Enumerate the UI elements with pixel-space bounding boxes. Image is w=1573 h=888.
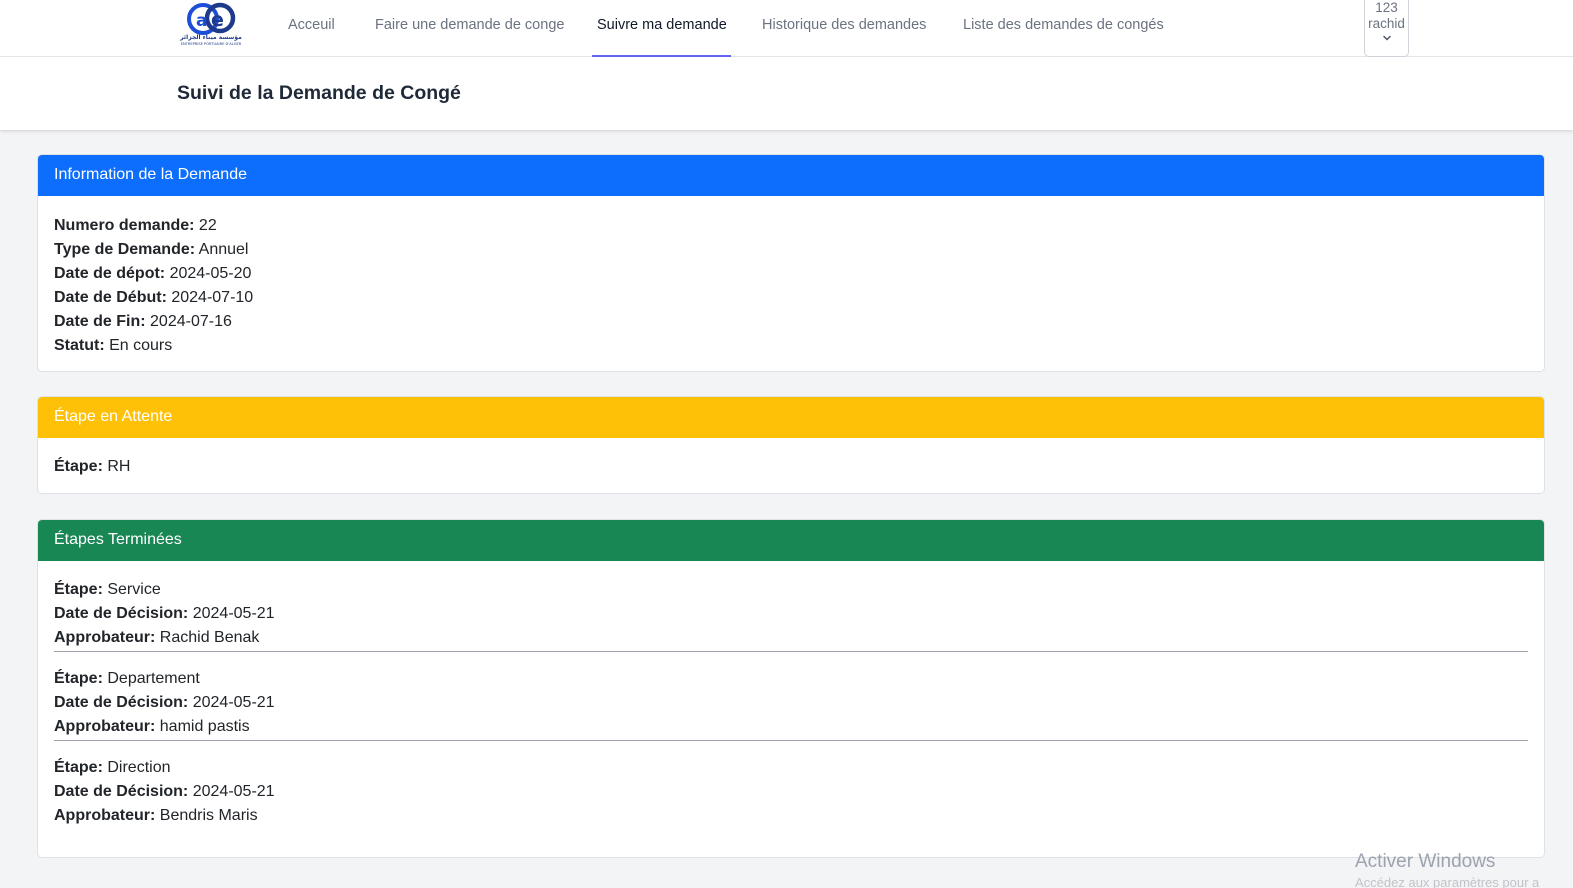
nav-link-liste-conges[interactable]: Liste des demandes de congés [963,0,1164,57]
nav-link-historique[interactable]: Historique des demandes [762,0,926,57]
windows-activation-watermark: Activer Windows [1355,851,1496,872]
svg-text:ENTREPRISE PORTUAIRE D'ALGER: ENTREPRISE PORTUAIRE D'ALGER [181,42,242,46]
info-card-header: Information de la Demande [38,155,1544,196]
svg-text:e: e [211,9,224,31]
user-id: 123 [1375,0,1398,15]
pending-step-header: Étape en Attente [38,397,1544,438]
chevron-down-icon [1382,35,1391,41]
nav-link-faire-demande[interactable]: Faire une demande de conge [375,0,564,57]
nav-link-suivre-demande[interactable]: Suivre ma demande [592,0,731,57]
completed-steps-card: Étapes Terminées Étape: Service Date de … [37,519,1545,858]
svg-text:مؤسسة ميناء الجزائر: مؤسسة ميناء الجزائر [179,34,242,41]
completed-step-direction: Étape: Direction Date de Décision: 2024-… [54,759,275,824]
info-card-body: Numero demande: 22 Type de Demande: Annu… [38,196,1544,358]
field-date-depot: Date de dépot: 2024-05-20 [54,265,252,282]
completed-steps-body: Étape: Service Date de Décision: 2024-05… [38,561,1544,832]
logo-icon: a e مؤسسة ميناء الجزائر ENTREPRISE PORTU… [179,2,242,46]
page-title: Suivi de la Demande de Congé [177,82,461,104]
svg-text:a: a [196,11,207,31]
company-logo[interactable]: a e مؤسسة ميناء الجزائر ENTREPRISE PORTU… [178,2,244,46]
top-navbar: a e مؤسسة ميناء الجزائر ENTREPRISE PORTU… [0,0,1573,57]
pending-step-card: Étape en Attente Étape: RH [37,396,1545,494]
pending-step-body: Étape: RH [38,438,1544,479]
nav-link-accueil[interactable]: Acceuil [288,0,335,57]
completed-step-departement: Étape: Departement Date de Décision: 202… [54,670,275,735]
info-card: Information de la Demande Numero demande… [37,154,1545,372]
step-divider [54,740,1528,741]
user-name: rachid [1368,16,1405,31]
step-divider [54,651,1528,652]
field-date-debut: Date de Début: 2024-07-10 [54,289,254,306]
completed-step-service: Étape: Service Date de Décision: 2024-05… [54,581,275,646]
field-type: Type de Demande: Annuel [54,241,249,258]
page-header: Suivi de la Demande de Congé [0,57,1573,130]
pending-step-field: Étape: RH [54,458,131,475]
completed-steps-header: Étapes Terminées [38,520,1544,561]
field-date-fin: Date de Fin: 2024-07-16 [54,313,232,330]
field-numero: Numero demande: 22 [54,217,217,234]
field-statut: Statut: En cours [54,337,173,354]
user-menu-dropdown[interactable]: 123 rachid [1364,0,1409,57]
windows-activation-subtext: Accédez aux paramètres pour a [1355,875,1540,888]
